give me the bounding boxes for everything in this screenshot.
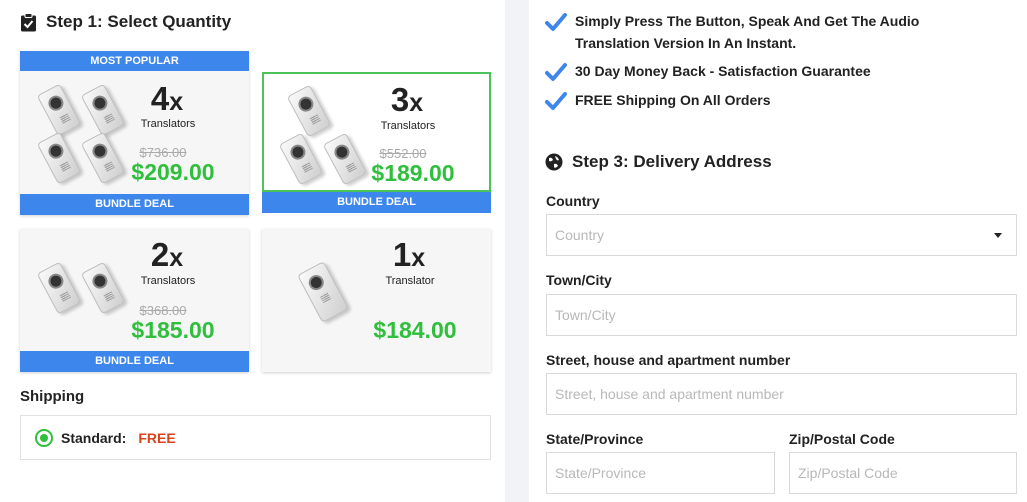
old-price: $552.00 — [379, 146, 427, 161]
bundle-deal-banner: BUNDLE DEAL — [20, 351, 249, 372]
right-panel: Simply Press The Button, Speak And Get T… — [529, 0, 1027, 502]
benefit-item: 30 Day Money Back - Satisfaction Guarant… — [545, 60, 871, 82]
quantity-label: 1x — [392, 236, 426, 273]
step1-header: Step 1: Select Quantity — [20, 12, 231, 32]
shipping-option-standard[interactable]: Standard: FREE — [20, 415, 491, 460]
clipboard-check-icon — [21, 12, 36, 31]
benefit-text: 30 Day Money Back - Satisfaction Guarant… — [575, 63, 871, 79]
globe-icon — [545, 153, 563, 171]
bundle-card-3x[interactable]: 3x Translators $552.00 $189.00 BUNDLE DE… — [262, 72, 491, 213]
country-select-value: Country — [555, 227, 605, 243]
price: $184.00 — [373, 317, 457, 343]
radio-selected-icon[interactable] — [35, 428, 53, 447]
step3-title: Step 3: Delivery Address — [572, 152, 772, 171]
quantity-label: 2x — [150, 236, 184, 273]
benefit-item: Simply Press The Button, Speak And Get T… — [545, 10, 985, 54]
checkmark-icon — [545, 13, 567, 31]
quantity-label: 4x — [150, 80, 184, 117]
bundle-card-2x[interactable]: 2x Translators $368.00 $185.00 BUNDLE DE… — [20, 229, 249, 372]
shipping-label: Shipping — [20, 388, 85, 405]
benefit-item: FREE Shipping On All Orders — [545, 89, 771, 111]
old-price: $736.00 — [139, 145, 187, 160]
most-popular-banner: MOST POPULAR — [20, 51, 249, 71]
dropdown-caret-icon — [994, 233, 1002, 238]
unit-label: Translators — [140, 118, 196, 130]
city-input[interactable] — [546, 294, 1017, 336]
benefit-text: Simply Press The Button, Speak And Get T… — [575, 13, 920, 51]
step3-header: Step 3: Delivery Address — [545, 152, 772, 172]
bundle-deal-banner: BUNDLE DEAL — [20, 194, 249, 215]
state-label: State/Province — [546, 431, 644, 447]
price: $185.00 — [131, 317, 215, 343]
zip-label: Zip/Postal Code — [789, 431, 895, 447]
shipping-option-label: Standard: — [61, 429, 127, 446]
unit-label: Translators — [140, 275, 196, 287]
country-select[interactable]: Country — [546, 214, 1017, 256]
city-label: Town/City — [546, 272, 612, 288]
bundle-deal-banner: BUNDLE DEAL — [262, 192, 491, 213]
price: $189.00 — [371, 160, 455, 186]
quantity-label: 3x — [390, 81, 424, 118]
checkmark-icon — [545, 63, 567, 81]
street-input[interactable] — [546, 373, 1017, 415]
price: $209.00 — [131, 159, 215, 185]
zip-input[interactable] — [789, 452, 1017, 494]
bundle-card-1x[interactable]: 1x Translator $184.00 — [262, 229, 491, 372]
old-price: $368.00 — [139, 303, 187, 318]
street-label: Street, house and apartment number — [546, 352, 791, 368]
country-label: Country — [546, 193, 600, 209]
left-panel: Step 1: Select Quantity MOST POPULAR 4x … — [0, 0, 505, 502]
shipping-price: FREE — [138, 429, 176, 446]
unit-label: Translator — [385, 275, 435, 287]
benefit-text: FREE Shipping On All Orders — [575, 92, 771, 108]
bundle-card-4x[interactable]: MOST POPULAR 4x Translators $736.00 $209… — [20, 51, 249, 215]
unit-label: Translators — [380, 120, 436, 132]
checkmark-icon — [545, 92, 567, 110]
panel-divider — [505, 0, 529, 502]
step1-title: Step 1: Select Quantity — [46, 12, 232, 31]
state-input[interactable] — [546, 452, 775, 494]
